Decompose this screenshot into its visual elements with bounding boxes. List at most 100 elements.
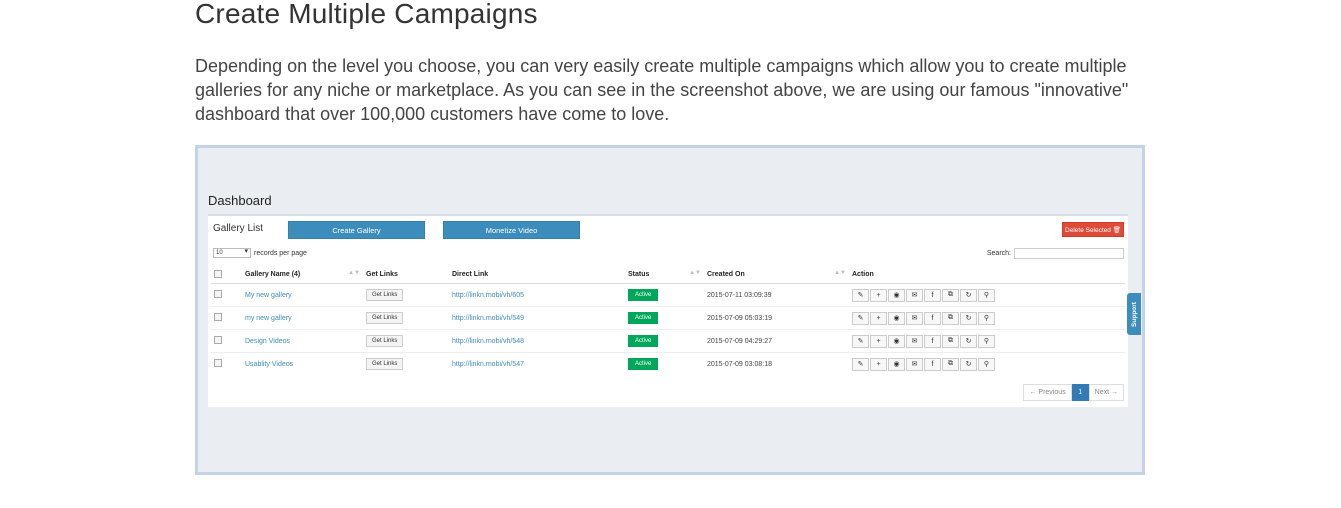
direct-link-cell: http://linkn.mobi/vh/549 xyxy=(449,306,625,330)
copy-icon[interactable]: ⧉ xyxy=(942,311,959,325)
get-links-button[interactable]: Get Links xyxy=(366,358,404,370)
edit-icon[interactable]: ✎ xyxy=(852,311,869,325)
email-icon[interactable]: ✉ xyxy=(906,334,923,348)
action-cell: ✎ + ◉ ✉ f ⧉ ↻ ⚲ xyxy=(849,306,1125,330)
action-cell: ✎ + ◉ ✉ f ⧉ ↻ ⚲ xyxy=(849,329,1125,353)
col-get-links: Get Links xyxy=(363,266,449,284)
create-gallery-button[interactable]: Create Gallery xyxy=(288,221,425,239)
records-select[interactable]: 10 xyxy=(213,248,251,258)
select-all-checkbox[interactable] xyxy=(214,269,222,278)
status-cell: Active xyxy=(625,329,704,353)
monetize-video-button[interactable]: Monetize Video xyxy=(443,221,580,239)
facebook-icon[interactable]: f xyxy=(924,334,941,348)
records-per-page: 10 records per page xyxy=(213,248,307,258)
delete-selected-button[interactable]: Delete Selected 🗑 xyxy=(1062,222,1124,237)
pagination: ← Previous 1 Next → xyxy=(1023,384,1124,401)
get-links-cell: Get Links xyxy=(363,306,449,330)
gallery-name-link[interactable]: Usablity Videos xyxy=(245,361,293,368)
link-icon[interactable]: ⚲ xyxy=(978,357,995,371)
gallery-name-link[interactable]: my new gallery xyxy=(245,315,292,322)
direct-link[interactable]: http://linkn.mobi/vh/605 xyxy=(452,292,524,299)
row-checkbox[interactable] xyxy=(214,313,222,321)
table-row: Usablity Videos Get Links http://linkn.mob… xyxy=(211,352,1125,375)
add-icon[interactable]: + xyxy=(870,288,887,302)
email-icon[interactable]: ✉ xyxy=(906,357,923,371)
facebook-icon[interactable]: f xyxy=(924,288,941,302)
direct-link[interactable]: http://linkn.mobi/vh/549 xyxy=(452,315,524,322)
view-icon[interactable]: ◉ xyxy=(888,334,905,348)
dashboard-screenshot: Dashboard Gallery List Create Gallery Mo… xyxy=(195,145,1145,475)
edit-icon[interactable]: ✎ xyxy=(852,357,869,371)
row-select xyxy=(211,329,242,353)
row-checkbox[interactable] xyxy=(214,290,222,298)
status-badge: Active xyxy=(628,289,659,301)
facebook-icon[interactable]: f xyxy=(924,357,941,371)
get-links-cell: Get Links xyxy=(363,352,449,375)
email-icon[interactable]: ✉ xyxy=(906,288,923,302)
gallery-name-link[interactable]: Design Videos xyxy=(245,338,290,345)
status-badge: Active xyxy=(628,358,659,370)
view-icon[interactable]: ◉ xyxy=(888,357,905,371)
refresh-icon[interactable]: ↻ xyxy=(960,334,977,348)
edit-icon[interactable]: ✎ xyxy=(852,334,869,348)
gallery-name-cell: My new gallery xyxy=(242,283,363,307)
get-links-button[interactable]: Get Links xyxy=(366,312,404,324)
action-buttons: ✎ + ◉ ✉ f ⧉ ↻ ⚲ xyxy=(852,334,1122,348)
refresh-icon[interactable]: ↻ xyxy=(960,311,977,325)
created-on-cell: 2015-07-09 03:08:18 xyxy=(704,352,849,375)
created-on-cell: 2015-07-09 05:03:19 xyxy=(704,306,849,330)
col-gallery-name[interactable]: Gallery Name (4) ▲▼ xyxy=(242,266,363,284)
status-cell: Active xyxy=(625,306,704,330)
copy-icon[interactable]: ⧉ xyxy=(942,288,959,302)
get-links-button[interactable]: Get Links xyxy=(366,335,404,347)
get-links-button[interactable]: Get Links xyxy=(366,289,404,301)
page-heading: Create Multiple Campaigns xyxy=(195,0,538,29)
direct-link[interactable]: http://linkn.mobi/vh/547 xyxy=(452,361,524,368)
add-icon[interactable]: + xyxy=(870,357,887,371)
gallery-name-cell: Usablity Videos xyxy=(242,352,363,375)
support-tab[interactable]: Support xyxy=(1127,293,1141,335)
link-icon[interactable]: ⚲ xyxy=(978,311,995,325)
search-input[interactable] xyxy=(1014,248,1124,259)
link-icon[interactable]: ⚲ xyxy=(978,334,995,348)
view-icon[interactable]: ◉ xyxy=(888,311,905,325)
dashboard-title: Dashboard xyxy=(208,193,272,208)
copy-icon[interactable]: ⧉ xyxy=(942,334,959,348)
copy-icon[interactable]: ⧉ xyxy=(942,357,959,371)
view-icon[interactable]: ◉ xyxy=(888,288,905,302)
gallery-name-link[interactable]: My new gallery xyxy=(245,292,292,299)
panel-title: Gallery List xyxy=(213,223,264,234)
status-badge: Active xyxy=(628,312,659,324)
table-row: Design Videos Get Links http://linkn.mobi/… xyxy=(211,329,1125,353)
refresh-icon[interactable]: ↻ xyxy=(960,288,977,302)
search-box: Search: xyxy=(987,248,1124,259)
col-status[interactable]: Status ▲▼ xyxy=(625,266,704,284)
direct-link-cell: http://linkn.mobi/vh/605 xyxy=(449,283,625,307)
get-links-cell: Get Links xyxy=(363,283,449,307)
row-checkbox[interactable] xyxy=(214,359,222,367)
edit-icon[interactable]: ✎ xyxy=(852,288,869,302)
facebook-icon[interactable]: f xyxy=(924,311,941,325)
sort-icon: ▲▼ xyxy=(689,270,701,276)
email-icon[interactable]: ✉ xyxy=(906,311,923,325)
gallery-table: Gallery Name (4) ▲▼ Get Links Direct Link… xyxy=(211,266,1125,375)
row-checkbox[interactable] xyxy=(214,336,222,344)
sort-icon: ▲▼ xyxy=(834,270,846,276)
page-1-button[interactable]: 1 xyxy=(1071,384,1089,401)
link-icon[interactable]: ⚲ xyxy=(978,288,995,302)
intro-paragraph: Depending on the level you choose, you c… xyxy=(195,56,1129,124)
refresh-icon[interactable]: ↻ xyxy=(960,357,977,371)
next-page-button[interactable]: Next → xyxy=(1088,384,1124,401)
row-select xyxy=(211,283,242,307)
add-icon[interactable]: + xyxy=(870,334,887,348)
col-created-on[interactable]: Created On ▲▼ xyxy=(704,266,849,284)
status-badge: Active xyxy=(628,335,659,347)
add-icon[interactable]: + xyxy=(870,311,887,325)
direct-link[interactable]: http://linkn.mobi/vh/548 xyxy=(452,338,524,345)
previous-page-button[interactable]: ← Previous xyxy=(1023,384,1072,401)
status-cell: Active xyxy=(625,352,704,375)
col-action: Action xyxy=(849,266,1125,284)
sort-icon: ▲▼ xyxy=(348,270,360,276)
gallery-list-panel: Gallery List Create Gallery Monetize Vid… xyxy=(208,214,1128,407)
action-cell: ✎ + ◉ ✉ f ⧉ ↻ ⚲ xyxy=(849,352,1125,375)
